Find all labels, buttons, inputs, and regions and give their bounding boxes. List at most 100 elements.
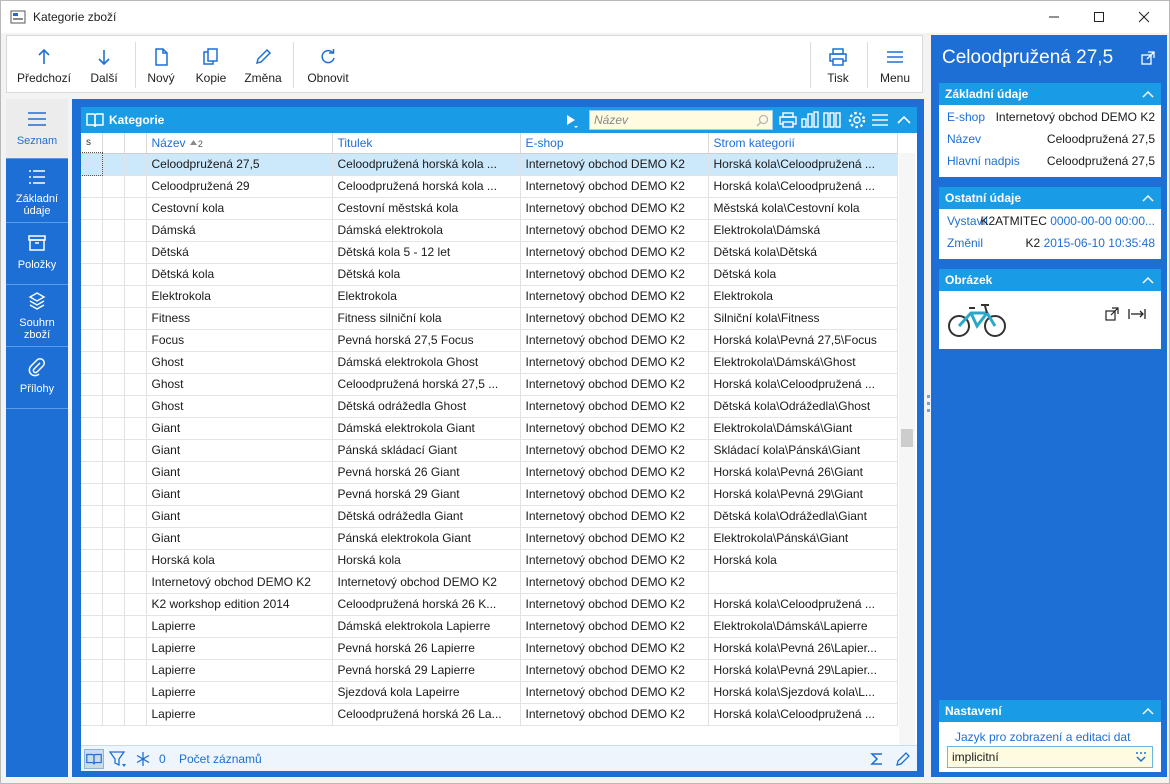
cell-eshop[interactable]: Internetový obchod DEMO K2 bbox=[520, 329, 709, 352]
cell-name[interactable]: Giant bbox=[146, 483, 333, 506]
table-row[interactable]: Dětská Dětská kola 5 - 12 let Internetový … bbox=[81, 241, 898, 264]
table-row[interactable]: Celoodpružená 29 Celoodpružená horská kol… bbox=[81, 175, 898, 198]
cell-name[interactable]: Horská kola bbox=[146, 549, 333, 572]
copy-button[interactable]: Kopie bbox=[191, 36, 231, 92]
cell-name[interactable]: K2 workshop edition 2014 bbox=[146, 593, 333, 616]
table-row[interactable]: Dětská kola Dětská kola Internetový obchod… bbox=[81, 263, 898, 286]
cell-flag[interactable] bbox=[124, 505, 147, 528]
cell-tree[interactable]: Horská kola\Pevná 26\Lapier... bbox=[708, 637, 898, 660]
cell-title[interactable]: Dětská kola bbox=[332, 263, 521, 286]
cell-tree[interactable]: Elektrokola bbox=[708, 285, 898, 308]
cell-tree[interactable]: Horská kola\Celoodpružená ... bbox=[708, 593, 898, 616]
table-row[interactable]: Lapierre Sjezdová kola Lapeirre Internetov… bbox=[81, 681, 898, 704]
cell-tree[interactable]: Dětská kola\Odrážedla\Ghost bbox=[708, 395, 898, 418]
cell-tree[interactable]: Elektrokola\Dámská bbox=[708, 219, 898, 242]
cell-flag[interactable] bbox=[124, 681, 147, 704]
table-row[interactable]: Giant Pevná horská 26 Giant Internetový ob… bbox=[81, 461, 898, 484]
basic-info-header[interactable]: Základní údaje bbox=[939, 83, 1161, 105]
table-row[interactable]: Giant Pánská skládací Giant Internetový ob… bbox=[81, 439, 898, 462]
fit-width-icon[interactable] bbox=[1128, 307, 1146, 321]
cell-s[interactable] bbox=[81, 197, 103, 220]
chevron-up-icon[interactable] bbox=[894, 110, 914, 130]
cell-name[interactable]: Fitness bbox=[146, 307, 333, 330]
cell-eshop[interactable]: Internetový obchod DEMO K2 bbox=[520, 461, 709, 484]
cell-s[interactable] bbox=[81, 571, 103, 594]
cell-flag[interactable] bbox=[124, 197, 147, 220]
cell-title[interactable]: Elektrokola bbox=[332, 285, 521, 308]
cell-eshop[interactable]: Internetový obchod DEMO K2 bbox=[520, 527, 709, 550]
cell-eshop[interactable]: Internetový obchod DEMO K2 bbox=[520, 549, 709, 572]
table-row[interactable]: Ghost Dámská elektrokola Ghost Internetový… bbox=[81, 351, 898, 374]
cell-title[interactable]: Pevná horská 26 Giant bbox=[332, 461, 521, 484]
cell-name[interactable]: Giant bbox=[146, 505, 333, 528]
cell-flag[interactable] bbox=[124, 373, 147, 396]
snowflake-icon[interactable] bbox=[135, 751, 151, 767]
scrollbar-thumb[interactable] bbox=[901, 429, 913, 447]
filter-icon[interactable] bbox=[109, 750, 127, 768]
table-row[interactable]: Dámská Dámská elektrokola Internetový obch… bbox=[81, 219, 898, 242]
cell-eshop[interactable]: Internetový obchod DEMO K2 bbox=[520, 615, 709, 638]
cell-flag[interactable] bbox=[124, 703, 147, 726]
cell-flag[interactable] bbox=[102, 615, 125, 638]
cell-flag[interactable] bbox=[102, 703, 125, 726]
cell-title[interactable]: Horská kola bbox=[332, 549, 521, 572]
play-dropdown-icon[interactable] bbox=[565, 113, 579, 129]
cell-eshop[interactable]: Internetový obchod DEMO K2 bbox=[520, 483, 709, 506]
cell-name[interactable]: Giant bbox=[146, 417, 333, 440]
cell-eshop[interactable]: Internetový obchod DEMO K2 bbox=[520, 395, 709, 418]
cell-tree[interactable]: Horská kola\Pevná 26\Giant bbox=[708, 461, 898, 484]
table-row[interactable]: Lapierre Pevná horská 29 Lapierre Internet… bbox=[81, 659, 898, 682]
column-header-eshop[interactable]: E-shop bbox=[520, 133, 709, 154]
cell-title[interactable]: Dětská odrážedla Ghost bbox=[332, 395, 521, 418]
cell-flag[interactable] bbox=[102, 549, 125, 572]
cell-flag[interactable] bbox=[124, 439, 147, 462]
cell-eshop[interactable]: Internetový obchod DEMO K2 bbox=[520, 659, 709, 682]
cell-name[interactable]: Lapierre bbox=[146, 703, 333, 726]
table-row[interactable]: Giant Dámská elektrokola Giant Internetový… bbox=[81, 417, 898, 440]
cell-title[interactable]: Pevná horská 29 Giant bbox=[332, 483, 521, 506]
cell-tree[interactable]: Horská kola\Sjezdová kola\L... bbox=[708, 681, 898, 704]
table-row[interactable]: Focus Pevná horská 27,5 Focus Internetový … bbox=[81, 329, 898, 352]
grid-search-input[interactable]: Název bbox=[589, 110, 773, 130]
cell-tree[interactable]: Horská kola\Celoodpružená ... bbox=[708, 175, 898, 198]
cell-s[interactable] bbox=[81, 461, 103, 484]
cell-s[interactable] bbox=[81, 307, 103, 330]
cell-title[interactable]: Dámská elektrokola bbox=[332, 219, 521, 242]
cell-tree[interactable]: Elektrokola\Dámská\Giant bbox=[708, 417, 898, 440]
cell-tree[interactable]: Horská kola\Celoodpružená ... bbox=[708, 373, 898, 396]
cell-s[interactable] bbox=[81, 285, 103, 308]
cell-title[interactable]: Pánská skládací Giant bbox=[332, 439, 521, 462]
cell-name[interactable]: Internetový obchod DEMO K2 bbox=[146, 571, 333, 594]
cell-flag[interactable] bbox=[124, 615, 147, 638]
previous-button[interactable]: Předchozí bbox=[13, 36, 75, 92]
cell-flag[interactable] bbox=[102, 483, 125, 506]
cell-title[interactable]: Pevná horská 26 Lapierre bbox=[332, 637, 521, 660]
cell-eshop[interactable]: Internetový obchod DEMO K2 bbox=[520, 373, 709, 396]
refresh-button[interactable]: Obnovit bbox=[301, 36, 355, 92]
nav-item-attachments[interactable]: Přílohy bbox=[6, 347, 68, 409]
cell-flag[interactable] bbox=[124, 549, 147, 572]
cell-eshop[interactable]: Internetový obchod DEMO K2 bbox=[520, 263, 709, 286]
cell-tree[interactable]: Horská kola\Pevná 27,5\Focus bbox=[708, 329, 898, 352]
cell-tree[interactable] bbox=[708, 571, 898, 594]
cell-eshop[interactable]: Internetový obchod DEMO K2 bbox=[520, 175, 709, 198]
cell-name[interactable]: Celoodpružená 29 bbox=[146, 175, 333, 198]
cell-title[interactable]: Pevná horská 27,5 Focus bbox=[332, 329, 521, 352]
sum-icon[interactable] bbox=[869, 751, 885, 767]
cell-eshop[interactable]: Internetový obchod DEMO K2 bbox=[520, 351, 709, 374]
table-row[interactable]: Internetový obchod DEMO K2 Internetový ob… bbox=[81, 571, 898, 594]
column-header-empty[interactable] bbox=[102, 133, 125, 154]
cell-tree[interactable]: Elektrokola\Pánská\Giant bbox=[708, 527, 898, 550]
cell-s[interactable] bbox=[81, 241, 103, 264]
cell-s[interactable] bbox=[81, 681, 103, 704]
language-select[interactable]: implicitní bbox=[947, 746, 1153, 768]
cell-flag[interactable] bbox=[102, 285, 125, 308]
cell-s[interactable] bbox=[81, 549, 103, 572]
cell-eshop[interactable]: Internetový obchod DEMO K2 bbox=[520, 505, 709, 528]
table-row[interactable]: Giant Dětská odrážedla Giant Internetový o… bbox=[81, 505, 898, 528]
cell-name[interactable]: Focus bbox=[146, 329, 333, 352]
cell-flag[interactable] bbox=[124, 593, 147, 616]
cell-flag[interactable] bbox=[124, 351, 147, 374]
column-header-s[interactable]: s bbox=[81, 133, 103, 154]
cell-tree[interactable]: Dětská kola\Dětská bbox=[708, 241, 898, 264]
